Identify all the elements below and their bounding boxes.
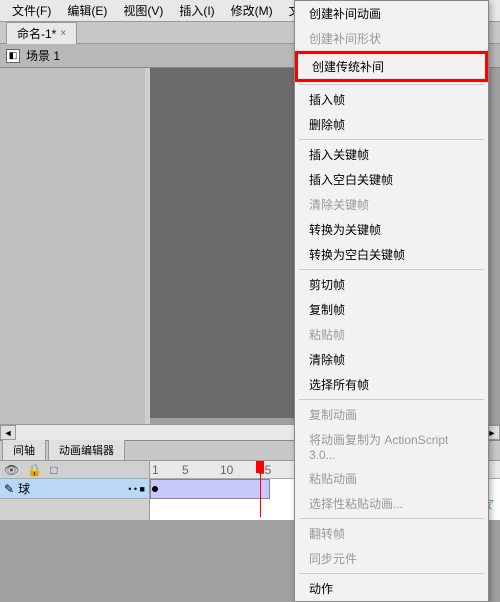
cm-reverse[interactable]: 翻转帧 — [295, 521, 488, 546]
playhead-head-icon[interactable] — [256, 461, 264, 473]
layer-icon: ✎ — [4, 482, 14, 496]
cm-sync[interactable]: 同步元件 — [295, 546, 488, 571]
cm-clear-frames[interactable]: 清除帧 — [295, 347, 488, 372]
outline-icon[interactable]: □ — [50, 463, 57, 477]
cm-copy-motion[interactable]: 复制动画 — [295, 402, 488, 427]
layer-toggles[interactable]: • • ■ — [128, 484, 145, 494]
cm-paste-special[interactable]: 选择性粘贴动画... — [295, 491, 488, 516]
document-tab[interactable]: 命名-1* × — [6, 22, 77, 44]
tab-motion-editor[interactable]: 动画编辑器 — [48, 439, 125, 460]
eye-icon[interactable]: 👁 — [4, 463, 19, 477]
menu-separator — [299, 269, 484, 270]
cm-insert-frame[interactable]: 插入帧 — [295, 87, 488, 112]
cm-create-shape[interactable]: 创建补间形状 — [295, 26, 488, 51]
cm-cut-frames[interactable]: 剪切帧 — [295, 272, 488, 297]
menu-modify[interactable]: 修改(M) — [223, 0, 281, 21]
cm-insert-blank-keyframe[interactable]: 插入空白关键帧 — [295, 167, 488, 192]
stage-gutter — [0, 68, 150, 440]
menu-separator — [299, 399, 484, 400]
cm-clear-keyframe[interactable]: 清除关键帧 — [295, 192, 488, 217]
context-menu: 创建补间动画 创建补间形状 创建传统补间 插入帧 删除帧 插入关键帧 插入空白关… — [294, 0, 489, 602]
cm-remove-frame[interactable]: 删除帧 — [295, 112, 488, 137]
cm-copy-as3[interactable]: 将动画复制为 ActionScript 3.0... — [295, 427, 488, 466]
tab-title: 命名-1* — [17, 25, 56, 42]
layer-name: 球 — [18, 480, 30, 497]
cm-create-classic[interactable]: 创建传统补间 — [295, 51, 488, 82]
scene-label[interactable]: 场景 1 — [26, 47, 60, 64]
layer-row[interactable]: ✎ 球 • • ■ — [0, 479, 149, 499]
cm-paste-frames[interactable]: 粘贴帧 — [295, 322, 488, 347]
cm-convert-blank-keyframe[interactable]: 转换为空白关键帧 — [295, 242, 488, 267]
scene-icon: ◧ — [6, 49, 20, 63]
cm-create-motion[interactable]: 创建补间动画 — [295, 1, 488, 26]
cm-insert-keyframe[interactable]: 插入关键帧 — [295, 142, 488, 167]
menu-separator — [299, 573, 484, 574]
layer-panel: 👁 🔒 □ ✎ 球 • • ■ — [0, 461, 150, 520]
playhead[interactable] — [260, 461, 261, 517]
cm-actions[interactable]: 动作 — [295, 576, 488, 601]
menu-file[interactable]: 文件(F) — [4, 0, 59, 21]
frame-num: 5 — [182, 463, 189, 477]
menu-separator — [299, 139, 484, 140]
cm-convert-keyframe[interactable]: 转换为关键帧 — [295, 217, 488, 242]
keyframe-icon[interactable] — [152, 486, 158, 492]
frame-num: 10 — [220, 463, 233, 477]
lock-icon[interactable]: 🔒 — [27, 463, 42, 477]
cm-paste-motion[interactable]: 粘贴动画 — [295, 466, 488, 491]
layer-header: 👁 🔒 □ — [0, 461, 149, 479]
close-icon[interactable]: × — [60, 28, 66, 39]
scroll-left-icon[interactable]: ◄ — [0, 425, 16, 440]
cm-copy-frames[interactable]: 复制帧 — [295, 297, 488, 322]
cm-select-all[interactable]: 选择所有帧 — [295, 372, 488, 397]
frame-num: 1 — [152, 463, 159, 477]
tab-timeline[interactable]: 间轴 — [2, 439, 46, 460]
menu-separator — [299, 84, 484, 85]
menu-view[interactable]: 视图(V) — [115, 0, 171, 21]
tween-span[interactable] — [150, 479, 270, 499]
menu-edit[interactable]: 编辑(E) — [59, 0, 115, 21]
menu-insert[interactable]: 插入(I) — [171, 0, 222, 21]
